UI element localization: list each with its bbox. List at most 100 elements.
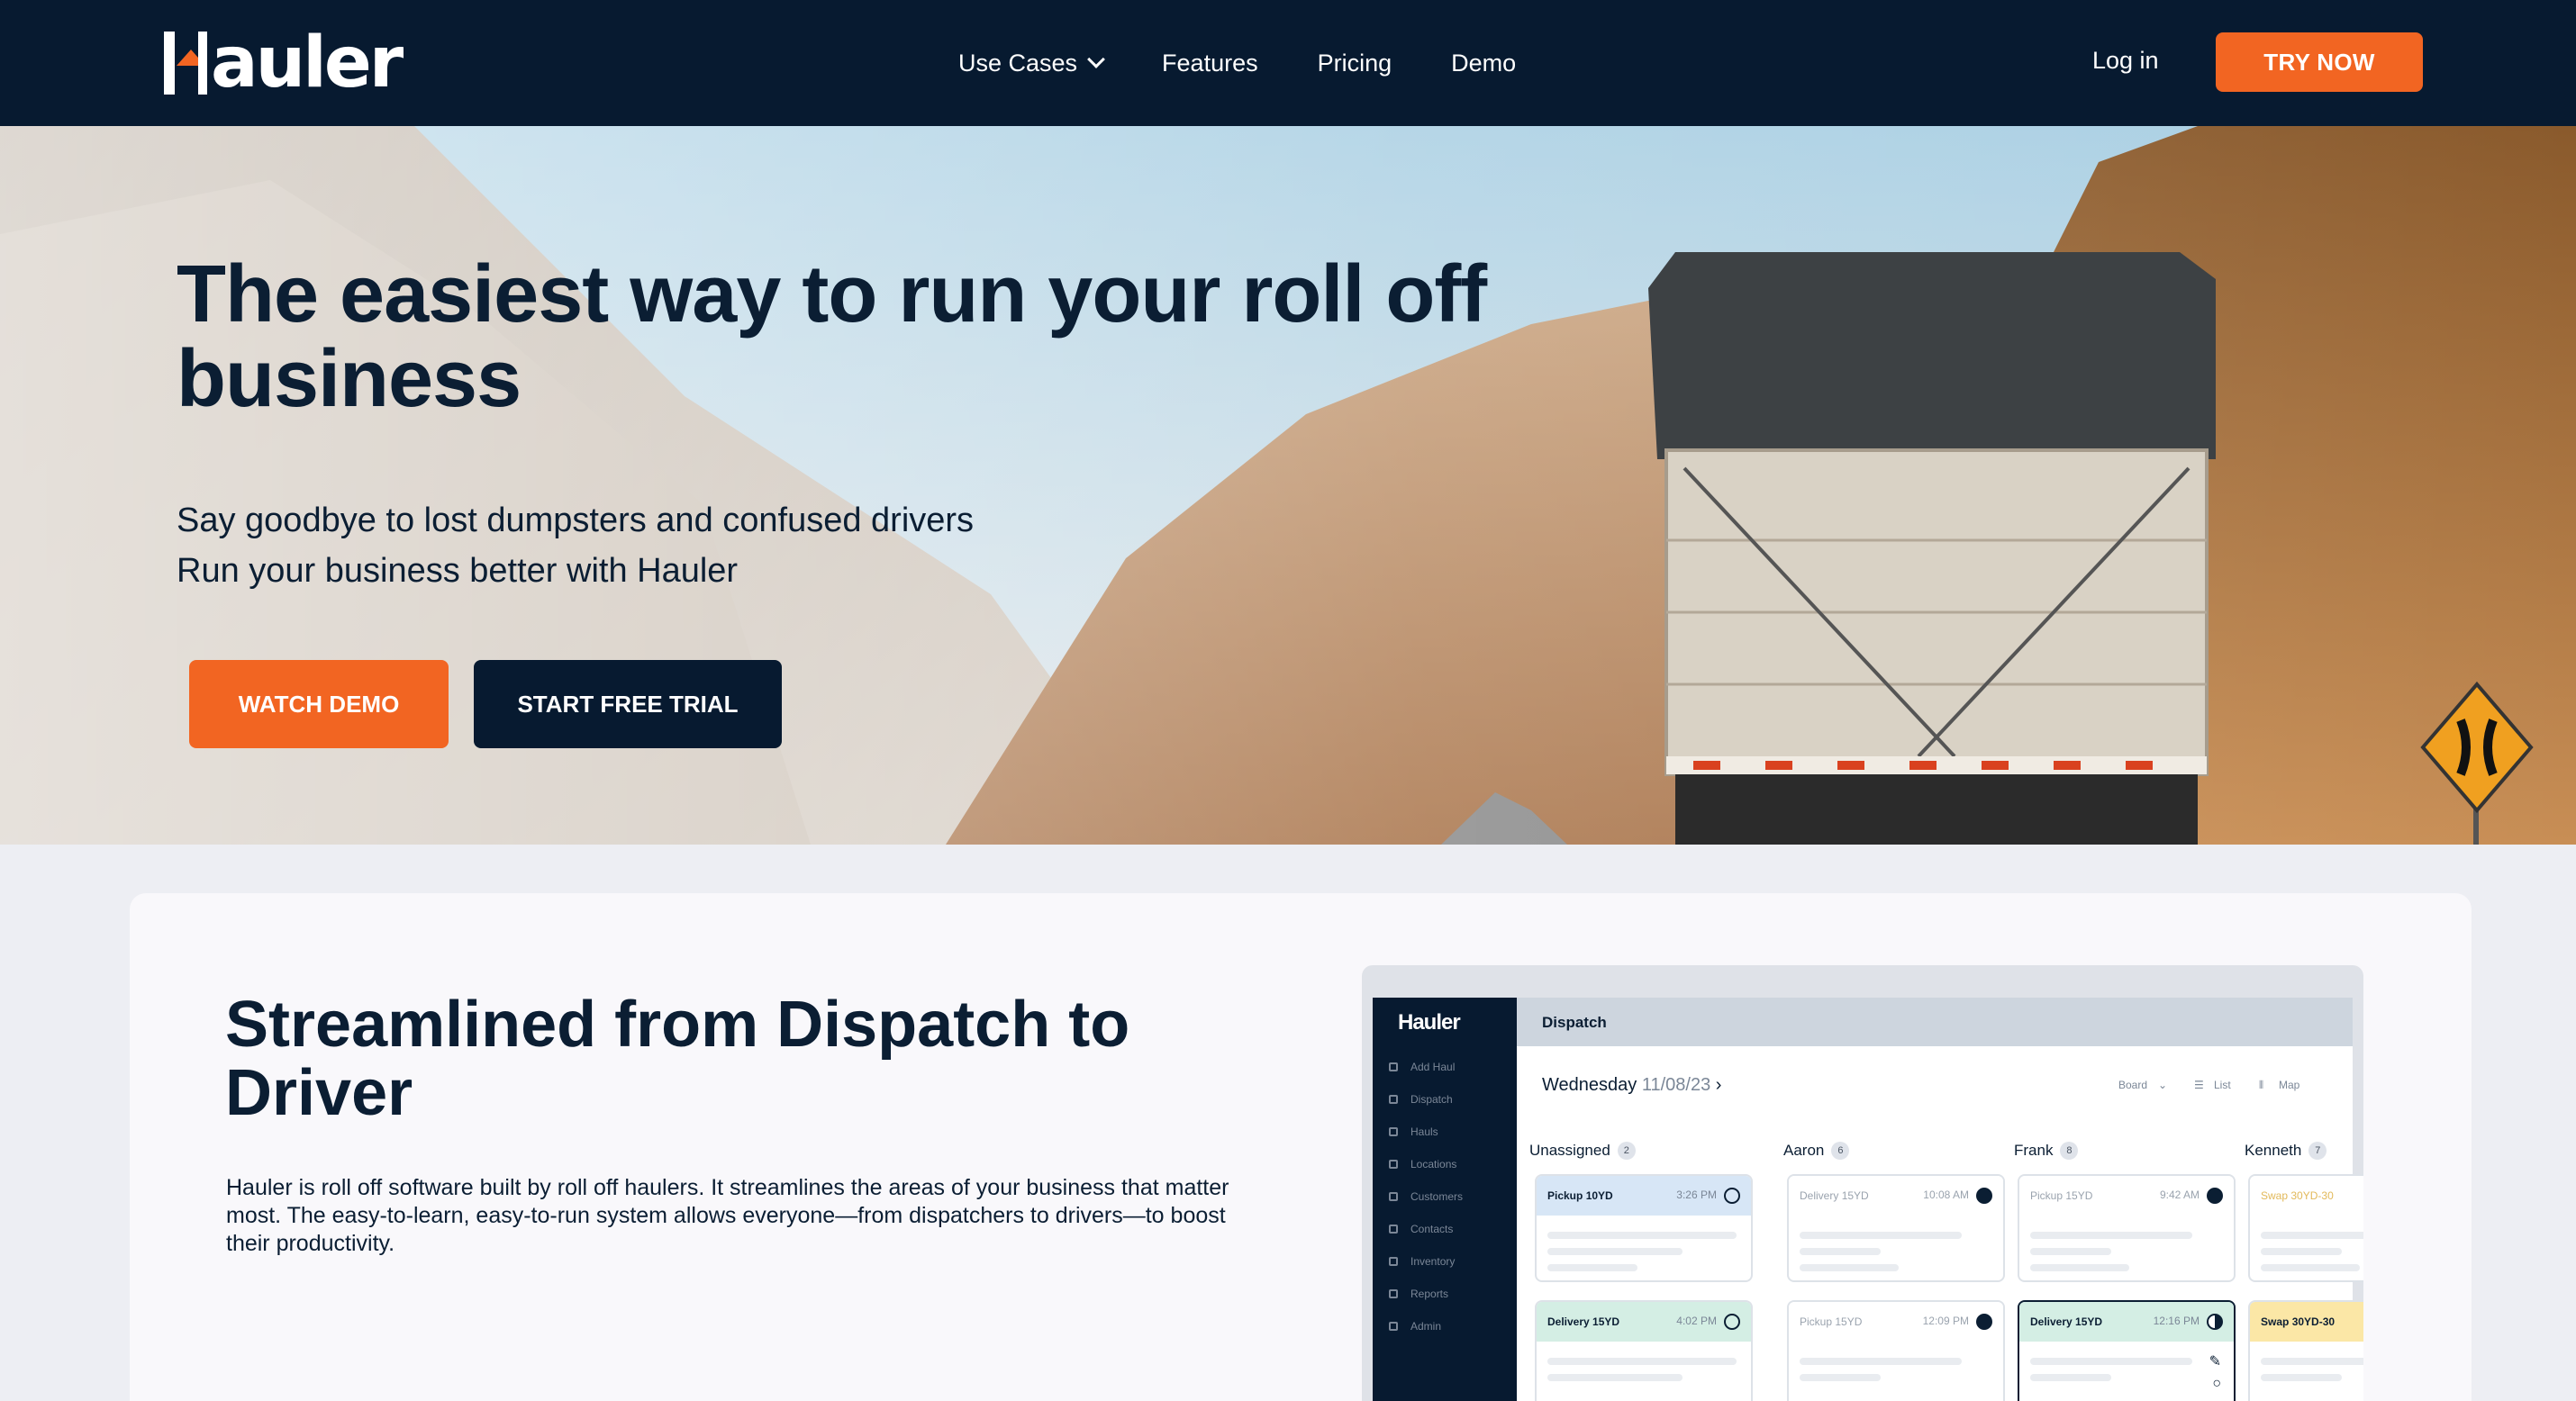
- user-icon: [1389, 1192, 1398, 1201]
- haul-time: 9:42 AM: [2159, 1189, 2200, 1202]
- haul-card: Delivery 15YD 4:02 PM: [1535, 1300, 1753, 1401]
- hero-subtitle-line-2: Run your business better with Hauler: [177, 552, 739, 590]
- list-icon: ☰: [2194, 1079, 2204, 1091]
- hero-section: The easiest way to run your roll off bus…: [0, 126, 2576, 845]
- haul-card: Delivery 15YD 10:08 AM: [1787, 1174, 2005, 1282]
- app-header-title: Dispatch: [1542, 1014, 1607, 1031]
- haul-type: Pickup: [1800, 1315, 1833, 1328]
- view-map: Map: [2279, 1079, 2300, 1091]
- try-now-button[interactable]: TRY NOW: [2216, 32, 2423, 92]
- haul-time: 3:26 PM: [1676, 1189, 1717, 1202]
- haul-size: 15YD: [1835, 1315, 1863, 1328]
- sidebar-item-label: Reports: [1410, 1288, 1449, 1300]
- start-free-trial-button[interactable]: START FREE TRIAL: [474, 660, 782, 748]
- column-name: Aaron: [1783, 1142, 1825, 1159]
- check-circle-icon: [1976, 1188, 1992, 1204]
- sidebar-item-label: Customers: [1410, 1190, 1464, 1203]
- date-label: 11/08/23: [1641, 1075, 1711, 1095]
- sidebar-item-contacts: Contacts: [1389, 1223, 1453, 1235]
- chat-icon: ○: [2212, 1376, 2221, 1391]
- sidebar-item-label: Admin: [1410, 1320, 1442, 1333]
- column-count-badge: 2: [1617, 1142, 1636, 1160]
- sidebar-item-reports: Reports: [1389, 1288, 1448, 1300]
- sidebar-item-locations: Locations: [1389, 1158, 1456, 1171]
- haul-card-selected: Delivery 15YD 12:16 PM ✎ ○: [2018, 1300, 2236, 1401]
- sidebar-item-label: Inventory: [1410, 1255, 1456, 1268]
- sidebar-item-add-haul: Add Haul: [1389, 1061, 1455, 1073]
- column-name: Unassigned: [1529, 1142, 1610, 1159]
- haul-type: Pickup: [2030, 1189, 2064, 1202]
- app-header: Dispatch: [1517, 998, 2353, 1046]
- view-board: Board: [2118, 1079, 2148, 1091]
- sidebar-item-label: Locations: [1410, 1158, 1457, 1171]
- chevron-down-icon: ⌄: [2158, 1079, 2168, 1091]
- arrow-right-icon: [1389, 1095, 1398, 1104]
- haul-size: 10YD: [1585, 1189, 1613, 1202]
- sidebar-item-hauls: Hauls: [1389, 1125, 1438, 1138]
- date-row: Wednesday 11/08/23 ›: [1542, 1075, 1721, 1096]
- plus-icon: [1389, 1062, 1398, 1071]
- column-header-aaron: Aaron 6: [1783, 1142, 1850, 1160]
- haul-time: 12:09 PM: [1922, 1315, 1969, 1328]
- haul-type: Delivery: [2030, 1315, 2073, 1328]
- list-icon: [1389, 1127, 1398, 1136]
- sidebar-item-customers: Customers: [1389, 1190, 1463, 1203]
- chevron-right-icon: ›: [1715, 1075, 1722, 1095]
- haul-size: 15YD: [1592, 1315, 1620, 1328]
- day-label: Wednesday: [1542, 1075, 1637, 1095]
- hauler-logo[interactable]: auler: [164, 23, 404, 104]
- column-header-unassigned: Unassigned 2: [1529, 1142, 1636, 1160]
- column-count-badge: 6: [1831, 1142, 1850, 1160]
- watch-demo-button[interactable]: WATCH DEMO: [189, 660, 449, 748]
- nav-demo[interactable]: Demo: [1451, 50, 1516, 77]
- truck-image: [1648, 252, 2216, 845]
- column-header-frank: Frank 8: [2014, 1142, 2079, 1160]
- logo-mark-icon: [164, 32, 207, 95]
- haul-time: 12:16 PM: [2153, 1315, 2200, 1328]
- haul-type: Delivery: [1547, 1315, 1590, 1328]
- gear-icon: [1389, 1322, 1398, 1331]
- half-circle-icon: [2207, 1314, 2223, 1330]
- sidebar-item-label: Dispatch: [1410, 1093, 1453, 1106]
- top-navbar: auler Use Cases Features Pricing Demo Lo…: [0, 0, 2576, 126]
- status-circle-icon: [1724, 1314, 1740, 1330]
- inventory-icon: [1389, 1257, 1398, 1266]
- check-circle-icon: [1976, 1314, 1992, 1330]
- column-count-badge: 8: [2060, 1142, 2079, 1160]
- haul-size: 15YD: [2075, 1315, 2103, 1328]
- column-name: Frank: [2014, 1142, 2054, 1159]
- nav-use-cases-label: Use Cases: [958, 49, 1078, 77]
- haul-type: Delivery: [1800, 1189, 1839, 1202]
- app-logo: Hauler: [1398, 1010, 1461, 1035]
- check-circle-icon: [2207, 1188, 2223, 1204]
- status-circle-icon: [1724, 1188, 1740, 1204]
- haul-size: 15YD: [1841, 1189, 1869, 1202]
- sidebar-item-admin: Admin: [1389, 1320, 1441, 1333]
- haul-size: 15YD: [2065, 1189, 2093, 1202]
- app-main: Dispatch Wednesday 11/08/23 › Board ⌄ ☰ …: [1517, 998, 2363, 1401]
- login-link[interactable]: Log in: [2092, 47, 2159, 75]
- chevron-down-icon: [1087, 50, 1105, 68]
- haul-time: 4:02 PM: [1676, 1315, 1717, 1328]
- column-count-badge: 7: [2308, 1142, 2327, 1160]
- haul-time: 10:08 AM: [1923, 1189, 1969, 1202]
- nav-links: Use Cases Features Pricing Demo: [958, 0, 1575, 126]
- pin-icon: [1389, 1160, 1398, 1169]
- nav-use-cases[interactable]: Use Cases: [958, 49, 1105, 77]
- pencil-icon: ✎: [2209, 1354, 2221, 1369]
- map-icon: ⫴: [2259, 1079, 2264, 1091]
- sidebar-item-label: Add Haul: [1410, 1061, 1456, 1073]
- haul-card: Pickup 15YD 9:42 AM: [2018, 1174, 2236, 1282]
- sidebar-item-dispatch: Dispatch: [1389, 1093, 1453, 1106]
- nav-pricing[interactable]: Pricing: [1318, 50, 1392, 77]
- hero-subtitle: Say goodbye to lost dumpsters and confus…: [177, 495, 974, 596]
- hero-title: The easiest way to run your roll off bus…: [177, 249, 1487, 424]
- haul-type: Swap: [2261, 1189, 2289, 1202]
- haul-size: 30YD-30: [2291, 1315, 2336, 1328]
- haul-card: Swap 30YD-30: [2248, 1174, 2363, 1282]
- nav-features[interactable]: Features: [1162, 50, 1258, 77]
- app-sidebar: Hauler Add Haul Dispatch Hauls Locations…: [1373, 998, 1517, 1401]
- view-list: List: [2214, 1079, 2231, 1091]
- logo-text: auler: [211, 23, 404, 104]
- hero-subtitle-line-1: Say goodbye to lost dumpsters and confus…: [177, 502, 975, 539]
